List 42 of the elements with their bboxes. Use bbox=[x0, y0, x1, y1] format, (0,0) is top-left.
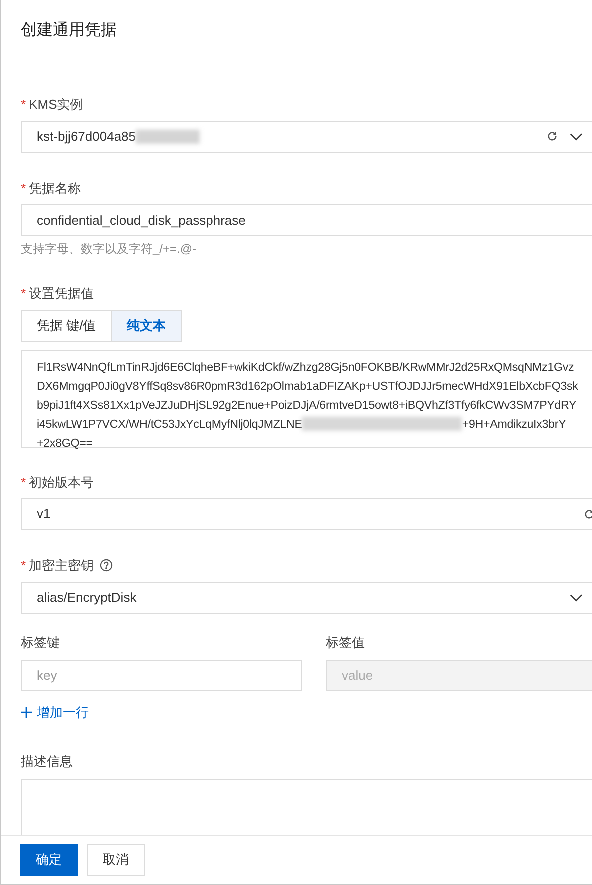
required-mark: * bbox=[21, 96, 26, 114]
master-key-select[interactable]: alias/EncryptDisk bbox=[21, 582, 592, 614]
refresh-icon[interactable] bbox=[584, 508, 592, 520]
tag-key-field[interactable]: key bbox=[21, 660, 302, 691]
secret-value-textarea[interactable] bbox=[21, 350, 592, 448]
secret-name-field[interactable]: confidential_cloud_disk_passphrase bbox=[21, 204, 592, 236]
confirm-button[interactable]: 确定 bbox=[20, 844, 78, 876]
field-hint: 支持字母、数字以及字符_/+=.@- bbox=[21, 241, 198, 258]
cancel-button[interactable]: 取消 bbox=[87, 844, 145, 876]
chevron-down-icon[interactable] bbox=[570, 132, 583, 140]
chevron-down-icon[interactable] bbox=[570, 594, 583, 602]
field-label: 加密主密钥 bbox=[29, 557, 94, 575]
field-value: v1 bbox=[37, 505, 52, 524]
help-icon[interactable] bbox=[100, 559, 114, 572]
field-label: 描述信息 bbox=[21, 753, 73, 772]
field-label: 凭据名称 bbox=[29, 180, 82, 198]
secret-text-line: b9piJ1ft4XSs81Xx1pVeJZJuDHjSL92g2Enue+PoizDJjA/6rmtveD15owt8+iBQVhZf3Tfy6fkCWv3SM7PYdRY bbox=[37, 398, 577, 414]
secret-text-line: i45kwLW1P7VCX/WH/tC53JxYcLqMyfNlj0lqJMZLNE bbox=[37, 416, 302, 432]
field-label: 标签键 bbox=[21, 634, 61, 652]
tag-value-field: value bbox=[326, 660, 592, 691]
tab[interactable]: 纯文本 bbox=[111, 310, 182, 342]
secret-text-line: +2x8GQ== bbox=[37, 436, 93, 452]
field-label: 初始版本号 bbox=[29, 474, 94, 492]
tab[interactable]: 凭据 键/值 bbox=[21, 310, 112, 342]
dialog-title: 创建通用凭据 bbox=[21, 20, 118, 41]
select-value: alias/EncryptDisk bbox=[37, 588, 138, 607]
field-label: 标签值 bbox=[326, 634, 366, 652]
plus-icon bbox=[21, 707, 32, 718]
required-mark: * bbox=[21, 285, 26, 303]
secret-text-line: Fl1RsW4NnQfLmTinRJjd6E6ClqheBF+wkiKdCkf/wZhzg28Gj5n0FOKBB/KRwMMrJ2d25RxQMsqNMz1Gvz bbox=[37, 360, 574, 376]
required-mark: * bbox=[21, 180, 26, 198]
kms-instance-select[interactable]: kst-bjj67d004a85 bbox=[21, 120, 592, 152]
required-mark: * bbox=[21, 474, 26, 492]
field-label: KMS实例 bbox=[29, 96, 84, 114]
field-label: 设置凭据值 bbox=[29, 285, 94, 303]
version-field[interactable]: v1 bbox=[21, 498, 592, 530]
required-mark: * bbox=[21, 557, 26, 575]
secret-text-line: +9H+AmdikzuIx3brY bbox=[462, 416, 566, 432]
secret-text-line: DX6MmgqP0Ji0gV8YffSq8sv86R0pmR3d162pOlmab1aDFIZAKp+USTfOJDJJr5mecWHdX91ElbXcbFQ3sk bbox=[37, 378, 578, 394]
refresh-icon[interactable] bbox=[547, 131, 558, 142]
select-value: kst-bjj67d004a85 bbox=[37, 128, 136, 146]
add-row-link[interactable]: 增加一行 bbox=[21, 703, 89, 722]
